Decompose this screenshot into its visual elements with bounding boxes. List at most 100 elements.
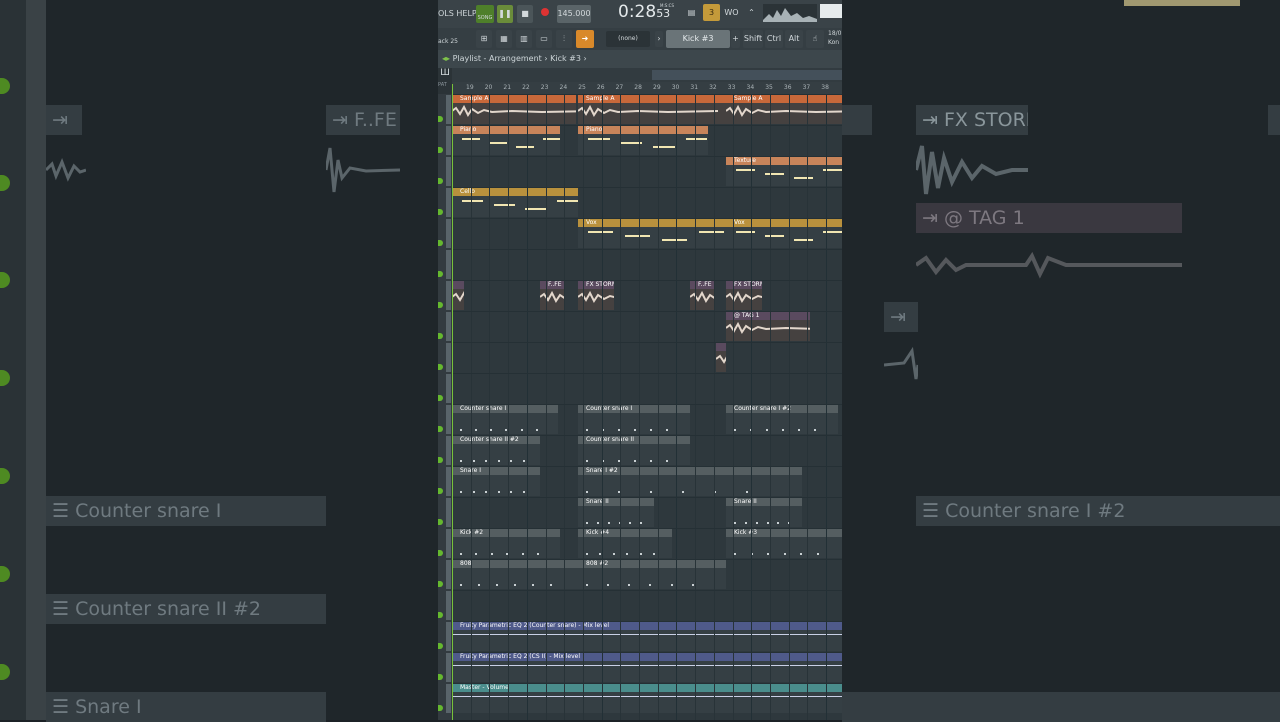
track-mute-led[interactable] (438, 612, 443, 618)
playlist-clip[interactable]: Fruity Parametric EQ 2 (CS II) - Mix lev… (452, 652, 842, 682)
track-mute-led[interactable] (438, 333, 443, 339)
playlist-clip[interactable]: F..FE (690, 280, 714, 310)
playlist-clip[interactable]: Piano (578, 125, 708, 155)
playlist-clip[interactable]: Kick #3 (726, 528, 842, 558)
playlist-clip[interactable]: Snare I #2 (578, 466, 802, 496)
track-mute-led[interactable] (438, 271, 443, 277)
overview-strip[interactable] (452, 68, 842, 82)
song-mode-toggle[interactable]: SONG (476, 5, 494, 23)
track-mute-led[interactable] (438, 147, 443, 153)
clip-label: Counter snare II (578, 435, 690, 444)
playhead-line[interactable] (452, 84, 453, 720)
add-pattern-icon[interactable]: + (731, 30, 740, 48)
plugin-picker-icon[interactable]: ⫶ (556, 30, 572, 48)
snap-icon[interactable]: Ш (438, 68, 452, 82)
playlist-clip[interactable]: Counter snare I (452, 404, 558, 434)
track-mute-led[interactable] (438, 674, 443, 680)
arrow-forward-icon[interactable]: ➜ (576, 30, 594, 48)
counter-button[interactable]: WO (723, 4, 740, 21)
shift-button[interactable]: Shift (743, 30, 763, 48)
piano-roll-icon[interactable]: ▦ (496, 30, 512, 48)
mixer-icon[interactable]: ▭ (536, 30, 552, 48)
bg-clip (1268, 105, 1280, 135)
track-mute-led[interactable] (438, 705, 443, 711)
typing-keyboard-icon[interactable]: ▤ (683, 4, 700, 21)
bg-clip: ⇥ (884, 302, 918, 332)
track-mute-led[interactable] (438, 457, 443, 463)
midi-note (765, 235, 785, 237)
playlist-current-pattern[interactable]: Kick #3 (550, 54, 581, 63)
breadcrumb-separator: › (583, 54, 587, 63)
drum-hit (607, 584, 610, 586)
drum-hit (734, 522, 736, 524)
alt-button[interactable]: Alt (785, 30, 803, 48)
track-mute-led[interactable] (438, 581, 443, 587)
track-mute-led[interactable] (438, 426, 443, 432)
pattern-selector[interactable]: (none) (606, 31, 650, 47)
bg-waveform (326, 147, 400, 193)
bg-waveform (884, 346, 918, 380)
drum-hit (550, 584, 552, 586)
playlist-clip[interactable]: Snare II (578, 497, 654, 527)
bg-clip: ☰ Counter snare II #2 (46, 594, 326, 624)
playlist-clip[interactable]: Kick #2 (452, 528, 560, 558)
track-mute-led[interactable] (438, 488, 443, 494)
track-mute-led[interactable] (438, 178, 443, 184)
playlist-clip[interactable]: Sample A (578, 94, 726, 124)
playlist-clip[interactable]: Sample A (726, 94, 842, 124)
time-ruler[interactable]: 19 20 21 22 23 24 25 26 27 28 29 30 31 32 33 34 35 36 37 38 (452, 82, 842, 94)
channel-rack-icon[interactable]: ▥ (516, 30, 532, 48)
track-mute-led[interactable] (438, 209, 443, 215)
playlist-clip[interactable]: Vox (726, 218, 842, 248)
track-mute-led[interactable] (438, 240, 443, 246)
track-row-separator (452, 528, 842, 529)
playlist-clip[interactable]: 808 #2 (578, 559, 726, 589)
playlist-clip[interactable] (716, 342, 726, 372)
track-mute-led[interactable] (438, 364, 443, 370)
track-mute-led[interactable] (438, 116, 443, 122)
track-mute-led[interactable] (438, 519, 443, 525)
playlist-clip[interactable]: @ TAG 1 (726, 311, 810, 341)
clip-label: Kick #3 (726, 528, 842, 537)
track-mute-led[interactable] (438, 550, 443, 556)
tempo-display[interactable]: 145.000 (557, 5, 591, 23)
track-mute-led[interactable] (438, 395, 443, 401)
record-button[interactable] (537, 5, 553, 23)
clip-content (578, 444, 690, 465)
playlist-clip[interactable]: Fruity Parametric EQ 2 (Counter snare) -… (452, 621, 842, 651)
playlist-clip[interactable]: Texture (726, 156, 842, 186)
clip-label: Fruity Parametric EQ 2 (CS II) - Mix lev… (452, 652, 842, 661)
playlist-clip[interactable]: Counter snare I (578, 404, 690, 434)
stop-button[interactable]: ■ (517, 5, 533, 23)
pause-button[interactable]: ❚❚ (497, 5, 513, 23)
overview-scroll-thumb[interactable] (652, 70, 842, 80)
track-mute-led[interactable] (438, 643, 443, 649)
ruler-mark: 37 (802, 84, 811, 91)
midi-note (556, 200, 578, 202)
drum-hit (734, 429, 736, 431)
playlist-clip[interactable]: Counter snare II (578, 435, 690, 465)
pattern-number[interactable]: 3 (703, 4, 720, 21)
playlist-clip[interactable]: Piano (452, 125, 560, 155)
playlist-icon[interactable]: ⊞ (476, 30, 492, 48)
menu-label[interactable]: OLS HELP (438, 9, 477, 18)
bg-waveform (916, 251, 1182, 279)
pattern-prev-icon[interactable]: › (655, 31, 663, 47)
midi-note (794, 177, 814, 179)
playlist-clip[interactable]: Snare II (726, 497, 802, 527)
playlist-clip[interactable] (452, 280, 464, 310)
playlist-clip[interactable]: Counter snare I #2 (726, 404, 838, 434)
metronome-icon[interactable]: ⌃ (743, 4, 760, 21)
current-pattern-field[interactable]: Kick #3 (666, 30, 730, 48)
midi-note (588, 231, 613, 233)
bg-track-strip (0, 0, 26, 720)
track-mute-led[interactable] (438, 302, 443, 308)
playlist-arrow-icon[interactable]: ◂▸ (442, 54, 450, 63)
playlist-clip[interactable]: FX STORM (726, 280, 762, 310)
secondary-toolbar: ack 25 ⊞ ▦ ▥ ▭ ⫶ ➜ (none) › Kick #3 + Sh… (438, 28, 842, 50)
playlist-clip[interactable]: Master - Volume (452, 683, 842, 713)
playlist-clip[interactable]: Vox (578, 218, 726, 248)
ctrl-button[interactable]: Ctrl (765, 30, 783, 48)
touch-icon[interactable]: ☝ (806, 30, 824, 48)
playlist-clip[interactable]: F..FE (540, 280, 564, 310)
